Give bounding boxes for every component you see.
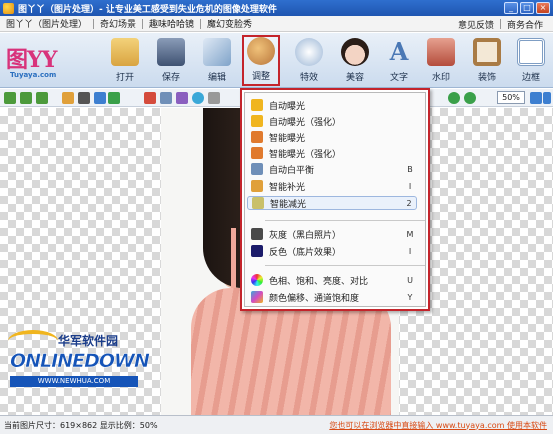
fill-light-icon <box>251 180 263 192</box>
color-shift-icon <box>251 291 263 303</box>
effects-button[interactable]: 特效 <box>290 38 328 84</box>
menu-image-processing[interactable]: 图丫丫（图片处理） <box>0 17 93 30</box>
resize-icon[interactable] <box>62 92 74 104</box>
menu-item-grayscale[interactable]: 灰度（黑白照片） M <box>247 227 417 241</box>
menu-item-reduce-light[interactable]: 智能减光 2 <box>247 196 417 210</box>
palette-icon <box>247 37 275 65</box>
menu-item-hue-saturation[interactable]: 色相、饱和、亮度、对比 U <box>247 273 417 287</box>
stamp-icon <box>427 38 455 66</box>
color-wheel-icon[interactable] <box>192 92 204 104</box>
color-wheel-icon <box>251 274 263 286</box>
rotate-left-icon[interactable] <box>94 92 106 104</box>
logo-subtext: Tuyaya.com <box>10 71 57 79</box>
menu-separator <box>265 265 425 266</box>
letter-a-icon: A <box>389 37 409 66</box>
logo-text: 图YY <box>6 47 57 73</box>
open-button[interactable]: 打开 <box>106 38 144 84</box>
border-icon <box>517 38 545 66</box>
menu-item-white-balance[interactable]: 自动白平衡 B <box>247 162 417 176</box>
rotate-right-icon[interactable] <box>108 92 120 104</box>
onlinedown-watermark: 华军软件园 ONLINEDOWN WWW.NEWHUA.COM <box>6 330 150 410</box>
menu-item-auto-exposure[interactable]: 自动曝光 <box>247 98 417 112</box>
main-toolbar: 图YY Tuyaya.com 打开 保存 编辑 调整 特效 美容 A 文字 水印… <box>0 33 553 88</box>
app-logo: 图YY Tuyaya.com <box>4 36 96 84</box>
window-controls: _ □ × <box>504 2 550 14</box>
filter-icon[interactable] <box>176 92 188 104</box>
frame-decoration-icon <box>473 38 501 66</box>
zoom-out-icon[interactable] <box>464 92 476 104</box>
menu-item-smart-exposure[interactable]: 智能曝光 <box>247 130 417 144</box>
beauty-button[interactable]: 美容 <box>336 38 374 84</box>
app-icon <box>3 2 14 14</box>
status-bar: 当前图片尺寸：619×862 显示比例：50% 您也可以在浏览器中直接输入 ww… <box>0 415 553 434</box>
text-button[interactable]: A 文字 <box>380 38 418 84</box>
crop-icon[interactable] <box>78 92 90 104</box>
face-icon <box>341 38 369 66</box>
menu-fantasy-scene[interactable]: 奇幻场景 <box>94 17 142 30</box>
color-tool-icon[interactable] <box>144 92 156 104</box>
image-size-status: 当前图片尺寸：619×862 显示比例：50% <box>4 420 158 430</box>
folder-open-icon <box>111 38 139 66</box>
menu-item-smart-exposure-plus[interactable]: 智能曝光（强化） <box>247 146 417 160</box>
smart-exposure-plus-icon <box>251 147 263 159</box>
levels-icon[interactable] <box>160 92 172 104</box>
settings-icon[interactable] <box>208 92 220 104</box>
edit-button[interactable]: 编辑 <box>198 38 236 84</box>
menu-item-fill-light[interactable]: 智能补光 I <box>247 179 417 193</box>
adjust-menu: 自动曝光 自动曝光（强化） 智能曝光 智能曝光（强化） 自动白平衡 B 智能补光… <box>240 88 430 311</box>
fit-window-icon[interactable] <box>530 92 542 104</box>
minimize-button[interactable]: _ <box>504 2 518 14</box>
menu-business[interactable]: 商务合作 <box>501 18 549 31</box>
menu-item-invert[interactable]: 反色（底片效果） I <box>247 244 417 258</box>
zoom-level-field[interactable]: 50% <box>497 91 525 104</box>
menu-item-color-shift[interactable]: 颜色偏移、通道饱和度 Y <box>247 290 417 304</box>
maximize-button[interactable]: □ <box>520 2 534 14</box>
close-button[interactable]: × <box>536 2 550 14</box>
pencil-edit-icon <box>203 38 231 66</box>
border-button[interactable]: 边框 <box>512 38 550 84</box>
watermark-cn: 华军软件园 <box>58 334 119 348</box>
grayscale-icon <box>251 228 263 240</box>
actual-size-icon[interactable] <box>543 92 551 104</box>
sparkle-lens-icon <box>295 38 323 66</box>
watermark-url: WWW.NEWHUA.COM <box>10 376 138 387</box>
zoom-in-icon[interactable] <box>448 92 460 104</box>
web-link[interactable]: 您也可以在浏览器中直接输入 www.tuyaya.com 使用本软件 <box>329 420 547 431</box>
auto-exposure-plus-icon <box>251 115 263 127</box>
white-balance-icon <box>251 163 263 175</box>
watermark-en: ONLINEDOWN <box>10 350 150 373</box>
menu-separator <box>265 220 425 221</box>
smart-exposure-icon <box>251 131 263 143</box>
refresh-icon[interactable] <box>36 92 48 104</box>
save-button[interactable]: 保存 <box>152 38 190 84</box>
decorate-button[interactable]: 装饰 <box>468 38 506 84</box>
window-title: 图丫丫（图片处理）- 让专业美工感受到失业危机的图像处理软件 <box>18 4 277 15</box>
undo-icon[interactable] <box>4 92 16 104</box>
menu-feedback[interactable]: 意见反馈 <box>452 18 500 31</box>
floppy-disk-icon <box>157 38 185 66</box>
auto-exposure-icon <box>251 99 263 111</box>
menu-fun-mirror[interactable]: 趣味哈哈镜 <box>143 17 200 30</box>
menu-item-auto-exposure-plus[interactable]: 自动曝光（强化） <box>247 114 417 128</box>
reduce-light-icon <box>252 197 264 209</box>
invert-color-icon <box>251 245 263 257</box>
redo-icon[interactable] <box>20 92 32 104</box>
watermark-button[interactable]: 水印 <box>422 38 460 84</box>
menu-face-change[interactable]: 魔幻变脸秀 <box>201 17 258 30</box>
adjust-button[interactable]: 调整 <box>242 35 280 86</box>
title-bar: 图丫丫（图片处理）- 让专业美工感受到失业危机的图像处理软件 _ □ × <box>0 0 553 16</box>
menu-bar: 图丫丫（图片处理） 奇幻场景 趣味哈哈镜 魔幻变脸秀 意见反馈 商务合作 <box>0 16 553 32</box>
